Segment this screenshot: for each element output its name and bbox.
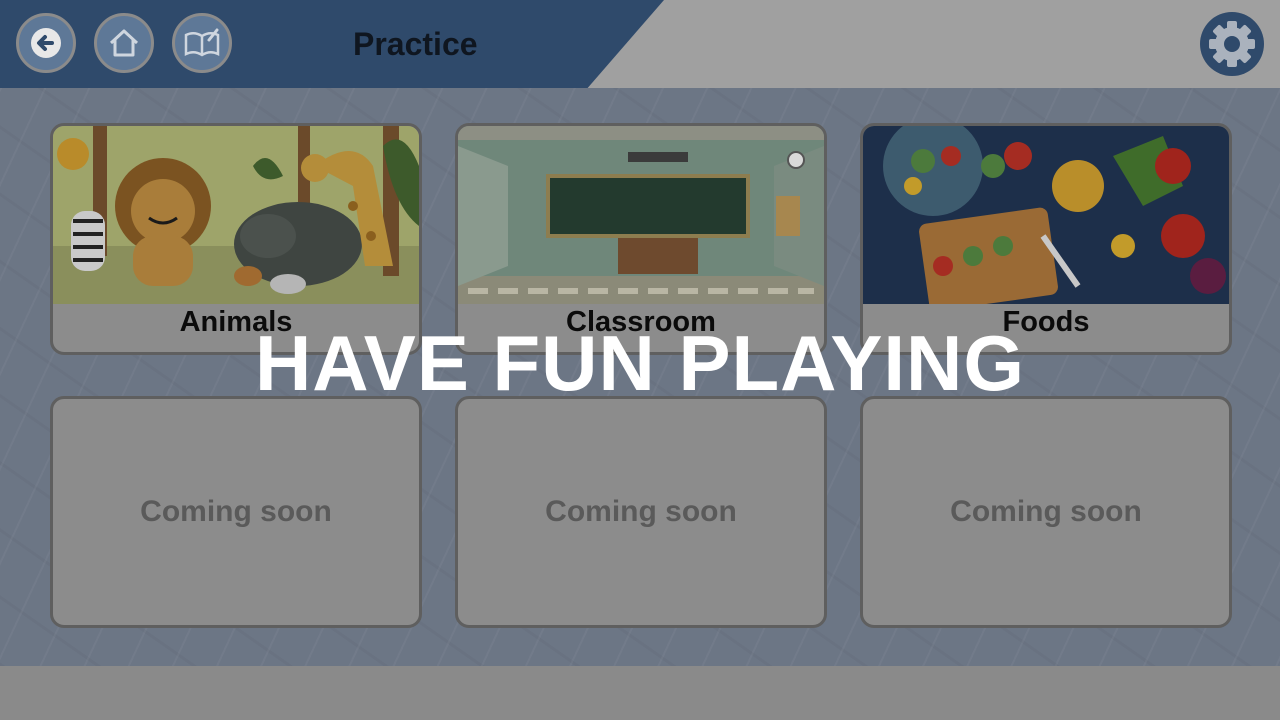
gear-icon bbox=[1200, 12, 1264, 76]
overlay-banner: HAVE FUN PLAYING bbox=[254, 319, 1026, 407]
home-icon bbox=[109, 29, 139, 57]
animals-illustration bbox=[53, 126, 419, 304]
card-label: Coming soon bbox=[545, 495, 737, 528]
card-label: Coming soon bbox=[950, 495, 1142, 528]
back-button[interactable] bbox=[16, 13, 76, 73]
book-edit-icon bbox=[184, 28, 220, 57]
category-card-coming-soon-1: Coming soon bbox=[50, 396, 422, 628]
page-title: Practice bbox=[353, 26, 478, 62]
classroom-illustration bbox=[458, 126, 824, 304]
home-button[interactable] bbox=[94, 13, 154, 73]
footer-bar bbox=[0, 666, 1280, 720]
card-label: Coming soon bbox=[140, 495, 332, 528]
foods-illustration bbox=[863, 126, 1229, 304]
category-card-coming-soon-3: Coming soon bbox=[860, 396, 1232, 628]
book-button[interactable] bbox=[172, 13, 232, 73]
arrow-left-icon bbox=[31, 28, 61, 58]
top-bar: Practice bbox=[0, 0, 1280, 88]
category-card-coming-soon-2: Coming soon bbox=[455, 396, 827, 628]
settings-button[interactable] bbox=[1199, 11, 1265, 77]
